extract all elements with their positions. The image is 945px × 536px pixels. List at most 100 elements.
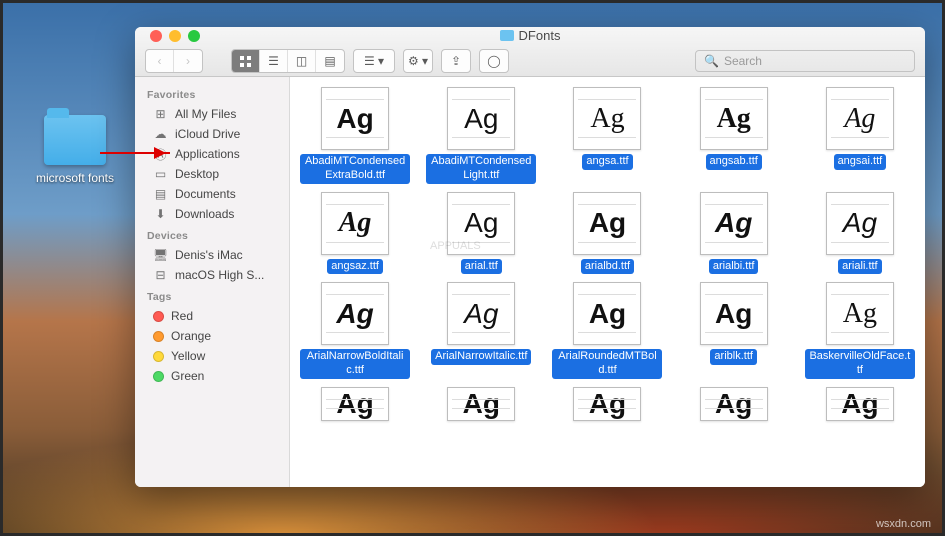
sidebar-heading-favorites: Favorites [135,83,289,104]
list-view-button[interactable]: ☰ [260,50,288,72]
tag-dot-icon [153,371,164,382]
file-thumbnail: Ag [700,192,768,255]
sidebar-icon: ⬇ [153,208,168,221]
file-thumbnail: Ag [826,192,894,255]
forward-button[interactable]: › [174,50,202,72]
file-thumbnail: Ag [573,387,641,421]
tag-dot-icon [153,331,164,342]
file-name: angsa.ttf [582,154,632,170]
watermark: wsxdn.com [876,518,931,530]
grid-icon [239,55,252,68]
file-name: ariali.ttf [838,259,881,275]
file-item[interactable]: Ag arialbi.ttf [676,192,791,275]
sidebar-heading-devices: Devices [135,224,289,245]
file-thumbnail: Ag [447,387,515,421]
sidebar-tag[interactable]: Yellow [135,346,289,366]
desktop-folder[interactable]: microsoft fonts [30,115,120,185]
share-button[interactable]: ⇪ [442,50,470,72]
file-thumbnail: Ag [826,387,894,421]
file-item[interactable]: Ag ArialNarrowItalic.ttf [424,282,539,379]
file-name: angsaz.ttf [327,259,383,275]
sidebar-tag[interactable]: Red [135,306,289,326]
traffic-lights [150,30,200,42]
file-name: AbadiMTCondensedLight.ttf [426,154,536,184]
tags-button[interactable]: ◯ [480,50,508,72]
file-item[interactable]: Ag ariblk.ttf [676,282,791,379]
search-field[interactable]: 🔍 Search [695,50,915,72]
toolbar: ‹ › ☰ ◫ ▤ ☰ ▾ ⚙ ▾ ⇪ ◯ 🔍 Search [145,47,915,76]
sidebar: Favorites ⊞All My Files☁iCloud DriveⒶApp… [135,77,290,487]
file-item[interactable]: Ag [802,387,917,425]
file-name: ArialNarrowItalic.ttf [431,349,531,365]
maximize-button[interactable] [188,30,200,42]
column-view-button[interactable]: ◫ [288,50,316,72]
sidebar-item[interactable]: ▤Documents [135,184,289,204]
file-name: AbadiMTCondensedExtraBold.ttf [300,154,410,184]
annotation-arrow [100,152,170,154]
file-item[interactable]: Ag arial.ttf [424,192,539,275]
sidebar-item[interactable]: ⊞All My Files [135,104,289,124]
sidebar-icon: ▭ [153,168,168,181]
file-grid[interactable]: Ag AbadiMTCondensedExtraBold.ttf Ag Abad… [290,77,925,487]
sidebar-tag[interactable]: Orange [135,326,289,346]
sidebar-icon: 🖥 [153,249,168,262]
nav-buttons: ‹ › [145,49,203,73]
sidebar-heading-tags: Tags [135,285,289,306]
sidebar-icon: ☁ [153,128,168,141]
file-name: arialbd.ttf [581,259,634,275]
window-title: DFonts [500,28,561,43]
file-item[interactable]: Ag [550,387,665,425]
sidebar-item[interactable]: 🖥Denis's iMac [135,245,289,265]
file-name: angsab.ttf [706,154,762,170]
icon-view-button[interactable] [232,50,260,72]
file-item[interactable]: Ag ArialRoundedMTBold.ttf [550,282,665,379]
close-button[interactable] [150,30,162,42]
file-item[interactable]: Ag angsaz.ttf [298,192,413,275]
file-thumbnail: Ag [826,87,894,150]
file-thumbnail: Ag [573,282,641,345]
sidebar-tag[interactable]: Green [135,366,289,386]
sidebar-item[interactable]: ☁iCloud Drive [135,124,289,144]
tag-dot-icon [153,311,164,322]
view-switcher: ☰ ◫ ▤ [231,49,345,73]
file-name: arialbi.ttf [709,259,759,275]
sidebar-item[interactable]: ▭Desktop [135,164,289,184]
file-item[interactable]: Ag AbadiMTCondensedExtraBold.ttf [298,87,413,184]
file-item[interactable]: Ag AbadiMTCondensedLight.ttf [424,87,539,184]
sidebar-item[interactable]: ⬇Downloads [135,204,289,224]
file-name: BaskervilleOldFace.ttf [805,349,915,379]
file-item[interactable]: Ag BaskervilleOldFace.ttf [802,282,917,379]
file-item[interactable]: Ag [424,387,539,425]
gallery-view-button[interactable]: ▤ [316,50,344,72]
desktop-folder-label: microsoft fonts [30,171,120,185]
file-thumbnail: Ag [321,282,389,345]
file-name: ArialRoundedMTBold.ttf [552,349,662,379]
file-item[interactable]: Ag [298,387,413,425]
file-thumbnail: Ag [700,282,768,345]
file-name: angsai.ttf [834,154,887,170]
minimize-button[interactable] [169,30,181,42]
file-item[interactable]: Ag arialbd.ttf [550,192,665,275]
folder-icon [500,30,514,41]
sidebar-item[interactable]: ⊟macOS High S... [135,265,289,285]
finder-window: DFonts ‹ › ☰ ◫ ▤ ☰ ▾ ⚙ ▾ ⇪ ◯ [135,27,925,487]
file-thumbnail: Ag [573,87,641,150]
arrange-button[interactable]: ☰ ▾ [354,50,394,72]
file-name: ArialNarrowBoldItalic.ttf [300,349,410,379]
arrange-group: ☰ ▾ [353,49,395,73]
file-thumbnail: Ag [447,87,515,150]
file-item[interactable]: Ag angsai.ttf [802,87,917,184]
file-thumbnail: Ag [826,282,894,345]
file-item[interactable]: Ag ArialNarrowBoldItalic.ttf [298,282,413,379]
file-item[interactable]: Ag [676,387,791,425]
back-button[interactable]: ‹ [146,50,174,72]
titlebar[interactable]: DFonts ‹ › ☰ ◫ ▤ ☰ ▾ ⚙ ▾ ⇪ ◯ [135,27,925,77]
file-thumbnail: Ag [321,192,389,255]
file-item[interactable]: Ag angsa.ttf [550,87,665,184]
action-button[interactable]: ⚙ ▾ [404,50,432,72]
file-thumbnail: Ag [700,387,768,421]
file-item[interactable]: Ag angsab.ttf [676,87,791,184]
file-name: ariblk.ttf [710,349,757,365]
file-item[interactable]: Ag ariali.ttf [802,192,917,275]
sidebar-icon: ⊞ [153,108,168,121]
